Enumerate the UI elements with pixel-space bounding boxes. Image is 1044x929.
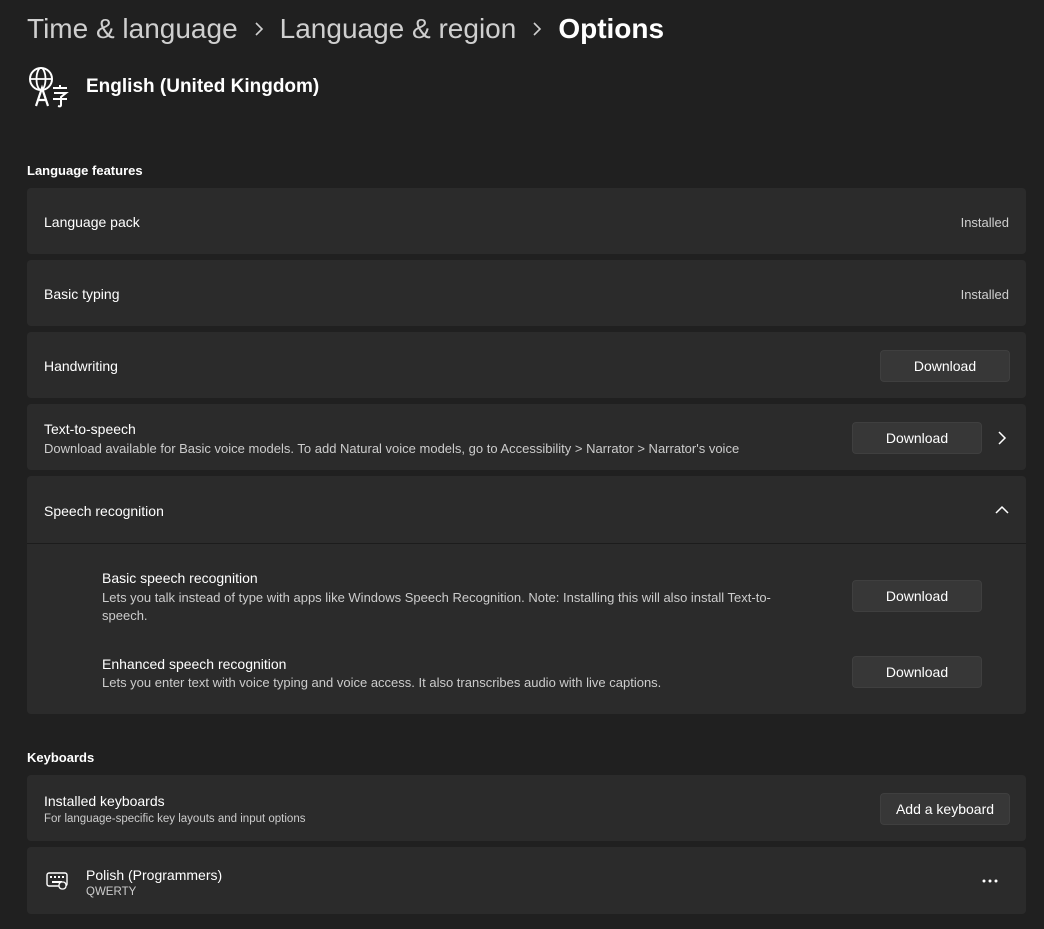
language-pack-label: Language pack	[44, 214, 140, 230]
basic-typing-card: Basic typing Installed	[27, 260, 1026, 326]
chevron-right-icon	[238, 22, 280, 36]
breadcrumb: Time & language Language & region Option…	[27, 10, 664, 48]
keyboard-layout: QWERTY	[86, 886, 137, 898]
text-to-speech-description: Download available for Basic voice model…	[44, 441, 740, 456]
more-options-icon[interactable]	[980, 871, 1000, 891]
installed-keyboards-card: Installed keyboards For language-specifi…	[27, 775, 1026, 841]
section-title-language-features: Language features	[27, 163, 143, 178]
handwriting-card: Handwriting Download	[27, 332, 1026, 398]
basic-typing-label: Basic typing	[44, 286, 120, 302]
chevron-right-icon[interactable]	[992, 428, 1012, 448]
enhanced-speech-recognition-download-button[interactable]: Download	[852, 656, 982, 688]
speech-recognition-card: Speech recognition Basic speech recognit…	[27, 476, 1026, 714]
chevron-right-icon	[516, 22, 558, 36]
keyboard-icon	[45, 871, 69, 891]
language-pack-card: Language pack Installed	[27, 188, 1026, 254]
keyboard-item-polish-programmers: Polish (Programmers) QWERTY	[27, 847, 1026, 914]
page-title: Options	[558, 13, 665, 44]
divider	[27, 543, 1026, 544]
language-globe-icon	[27, 66, 69, 108]
installed-keyboards-label: Installed keyboards	[44, 793, 165, 809]
text-to-speech-card[interactable]: Text-to-speech Download available for Ba…	[27, 404, 1026, 470]
basic-speech-recognition-label: Basic speech recognition	[102, 570, 258, 586]
basic-typing-status: Installed	[960, 287, 1009, 302]
handwriting-label: Handwriting	[44, 358, 118, 374]
breadcrumb-time-language[interactable]: Time & language	[27, 13, 238, 45]
text-to-speech-download-button[interactable]: Download	[852, 422, 982, 454]
handwriting-download-button[interactable]: Download	[880, 350, 1010, 382]
installed-keyboards-description: For language-specific key layouts and in…	[44, 813, 306, 825]
options-page: Time & language Language & region Option…	[0, 0, 1044, 929]
breadcrumb-language-region[interactable]: Language & region	[280, 13, 517, 45]
basic-speech-recognition-download-button[interactable]: Download	[852, 580, 982, 612]
basic-speech-recognition-description-line2: speech.	[102, 608, 148, 623]
add-keyboard-button[interactable]: Add a keyboard	[880, 793, 1010, 825]
language-pack-status: Installed	[960, 215, 1009, 230]
language-header: English (United Kingdom)	[27, 65, 319, 109]
speech-recognition-label[interactable]: Speech recognition	[44, 503, 164, 519]
keyboard-name: Polish (Programmers)	[86, 867, 223, 883]
enhanced-speech-recognition-label: Enhanced speech recognition	[102, 656, 287, 672]
text-to-speech-label: Text-to-speech	[44, 421, 136, 437]
section-title-keyboards: Keyboards	[27, 750, 95, 765]
enhanced-speech-recognition-description: Lets you enter text with voice typing an…	[102, 675, 662, 690]
basic-speech-recognition-description-line1: Lets you talk instead of type with apps …	[102, 590, 771, 605]
language-name: English (United Kingdom)	[86, 76, 320, 97]
chevron-up-icon[interactable]	[992, 500, 1012, 520]
